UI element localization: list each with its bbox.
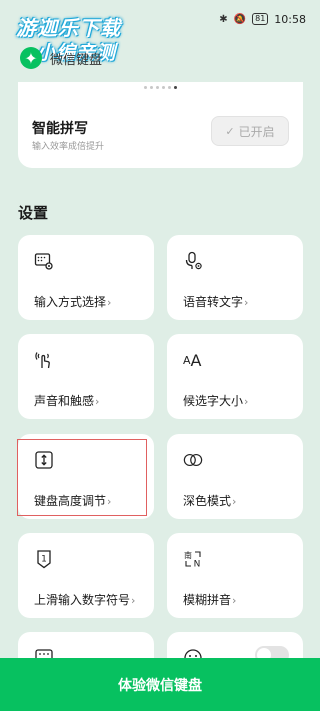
status-time: 10:58 <box>274 12 306 26</box>
battery-indicator: 81 <box>252 13 269 25</box>
carousel-dot <box>162 86 165 89</box>
bluetooth-icon: ✱ <box>219 13 228 25</box>
svg-text:1: 1 <box>41 555 47 565</box>
chevron-right-icon: › <box>131 594 136 607</box>
watermark-line-1: 游迦乐下载 <box>16 16 121 40</box>
setting-label: 输入方式选择› <box>34 295 112 309</box>
carousel-dot <box>168 86 171 89</box>
settings-section-title: 设置 <box>18 204 49 222</box>
keyboard-gear-icon <box>34 251 54 271</box>
fuzzy-pinyin-icon: 南N <box>183 549 203 569</box>
smart-pinyin-subtitle: 输入效率成倍提升 <box>32 142 105 152</box>
font-size-icon: AA <box>183 350 202 370</box>
mic-gear-icon <box>183 251 203 271</box>
chevron-right-icon: › <box>232 594 237 607</box>
svg-text:南: 南 <box>184 550 192 560</box>
setting-label: 键盘高度调节› <box>34 494 112 508</box>
carousel-dot <box>156 86 159 89</box>
mute-icon: 🔕 <box>233 13 247 25</box>
chevron-right-icon: › <box>232 495 237 508</box>
setting-label: 上滑输入数字符号› <box>34 593 136 607</box>
carousel-dot-active <box>174 86 177 89</box>
setting-keyboard-height[interactable]: 键盘高度调节› <box>18 434 154 519</box>
setting-swipe-numbers[interactable]: 1 上滑输入数字符号› <box>18 533 154 618</box>
chevron-right-icon: › <box>107 495 112 508</box>
app-header: ✦ 微信键盘 <box>20 46 102 70</box>
try-wechat-keyboard-button[interactable]: 体验微信键盘 <box>0 658 320 711</box>
svg-text:N: N <box>194 560 201 570</box>
setting-label: 语音转文字› <box>183 295 249 309</box>
carousel-dots <box>144 86 180 89</box>
setting-voice-to-text[interactable]: 语音转文字› <box>167 235 303 320</box>
carousel-dot <box>150 86 153 89</box>
enabled-button-label: 已开启 <box>238 124 275 139</box>
smart-pinyin-card: 智能拼写 输入效率成倍提升 ✓ 已开启 <box>18 82 303 168</box>
setting-label: 深色模式› <box>183 494 237 508</box>
chevron-right-icon: › <box>244 395 249 408</box>
swipe-number-icon: 1 <box>34 549 54 569</box>
chevron-right-icon: › <box>244 296 249 309</box>
dark-mode-icon <box>183 450 203 470</box>
height-adjust-icon <box>34 450 54 470</box>
carousel-dot <box>144 86 147 89</box>
wechat-keyboard-logo-icon: ✦ <box>20 47 42 69</box>
tap-vibration-icon <box>34 350 54 370</box>
setting-label: 候选字大小› <box>183 394 249 408</box>
chevron-right-icon: › <box>107 296 112 309</box>
enabled-button[interactable]: ✓ 已开启 <box>211 116 289 146</box>
smart-pinyin-title: 智能拼写 <box>32 121 88 137</box>
check-icon: ✓ <box>225 124 235 138</box>
setting-label: 声音和触感› <box>34 394 100 408</box>
setting-label: 模糊拼音› <box>183 593 237 607</box>
chevron-right-icon: › <box>95 395 100 408</box>
setting-candidate-size[interactable]: AA 候选字大小› <box>167 334 303 419</box>
setting-sound-vibration[interactable]: 声音和触感› <box>18 334 154 419</box>
setting-dark-mode[interactable]: 深色模式› <box>167 434 303 519</box>
app-title: 微信键盘 <box>50 52 103 68</box>
setting-input-method[interactable]: 输入方式选择› <box>18 235 154 320</box>
setting-fuzzy-pinyin[interactable]: 南N 模糊拼音› <box>167 533 303 618</box>
